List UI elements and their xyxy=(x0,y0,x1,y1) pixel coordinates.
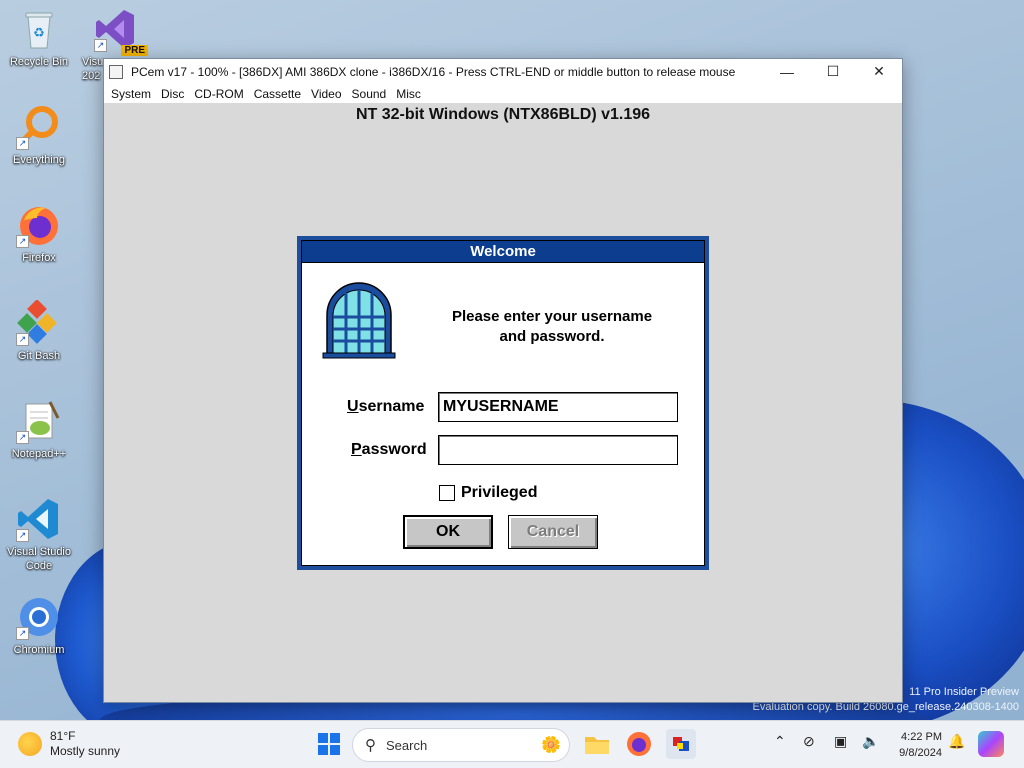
maximize-button[interactable]: ☐ xyxy=(810,59,856,84)
clock[interactable]: 4:22 PM 9/8/2024 xyxy=(888,729,942,761)
shortcut-arrow-icon: ↗ xyxy=(16,529,29,542)
pcem-taskbar-icon[interactable] xyxy=(666,729,696,759)
notepad-plus-plus-icon: ↗ xyxy=(16,398,62,444)
menu-misc[interactable]: Misc xyxy=(391,87,426,101)
menu-cassette[interactable]: Cassette xyxy=(249,87,306,101)
desktop-icon-label: Everything xyxy=(13,154,65,166)
shortcut-arrow-icon: ↗ xyxy=(16,333,29,346)
vscode-icon: ↗ xyxy=(16,496,62,542)
device-icon[interactable]: ▣ xyxy=(834,733,847,750)
desktop-icon-label: Notepad++ xyxy=(11,448,67,460)
menu-disc[interactable]: Disc xyxy=(156,87,189,101)
username-label-accel: U xyxy=(347,398,359,415)
username-field[interactable]: MYUSERNAME xyxy=(438,392,678,422)
pcem-window: PCem v17 - 100% - [386DX] AMI 386DX clon… xyxy=(103,58,903,703)
chromium-icon: ↗ xyxy=(16,594,62,640)
weather-desc: Mostly sunny xyxy=(50,744,121,758)
visual-studio-icon: PRE ↗ xyxy=(94,6,148,56)
login-prompt-line-1: Please enter your username xyxy=(451,308,653,325)
shortcut-arrow-icon: ↗ xyxy=(94,39,107,52)
firefox-taskbar-icon[interactable] xyxy=(624,729,654,759)
desktop-icon-everything[interactable]: ↗ Everything xyxy=(0,104,78,167)
watermark-line-1: 11 Pro Insider Preview xyxy=(909,686,1019,698)
desktop-icon-recycle-bin[interactable]: ♻ Recycle Bin xyxy=(0,6,78,69)
copilot-icon[interactable] xyxy=(978,731,1004,757)
everything-search-icon: ↗ xyxy=(16,104,62,150)
volume-icon[interactable]: 🔈 xyxy=(862,733,879,750)
username-label: Username xyxy=(347,398,424,416)
username-label-rest: sername xyxy=(358,398,425,415)
git-bash-icon: ↗ xyxy=(16,299,62,346)
network-icon[interactable]: ⊘ xyxy=(803,733,815,750)
menu-video[interactable]: Video xyxy=(306,87,346,101)
window-logo-icon xyxy=(321,279,397,359)
clock-time: 4:22 PM xyxy=(901,731,942,743)
show-hidden-icons-chevron-icon[interactable]: ⌃ xyxy=(774,733,786,750)
close-button[interactable]: ✕ xyxy=(856,59,902,84)
desktop-icon-firefox[interactable]: ↗ Firefox xyxy=(0,202,78,265)
pcem-app-icon xyxy=(109,64,123,79)
privileged-label[interactable]: Privileged xyxy=(461,484,537,502)
desktop-icon-label: Visual Studio Code xyxy=(6,546,71,572)
weather-widget[interactable]: 81°F Mostly sunny xyxy=(18,729,120,759)
nt-build-banner: NT 32-bit Windows (NTX86BLD) v1.196 xyxy=(355,106,651,123)
welcome-dialog: Welcome Please enter your username and p… xyxy=(297,236,709,570)
taskbar-search[interactable]: ⚲ Search 🌼 xyxy=(352,728,570,762)
password-field[interactable] xyxy=(438,435,678,465)
pre-badge: PRE xyxy=(121,45,148,56)
shortcut-arrow-icon: ↗ xyxy=(16,137,29,150)
notification-bell-icon[interactable]: 🔔 xyxy=(948,733,965,750)
file-explorer-icon[interactable] xyxy=(582,729,612,759)
desktop-icon-label: Visu 202 xyxy=(82,56,104,82)
desktop-icon-chromium[interactable]: ↗ Chromium xyxy=(0,594,78,657)
menu-system[interactable]: System xyxy=(106,87,156,101)
taskbar: 81°F Mostly sunny ⚲ Search 🌼 ⌃ ⊘ ▣ 🔈 4:2… xyxy=(0,720,1024,768)
weather-sun-icon xyxy=(18,732,42,756)
desktop-icon-notepad-plus-plus[interactable]: ↗ Notepad++ xyxy=(0,398,78,461)
ok-button[interactable]: OK xyxy=(403,515,493,549)
login-prompt: Please enter your username and password. xyxy=(402,307,702,347)
desktop-icon-vscode[interactable]: ↗ Visual Studio Code xyxy=(0,496,78,573)
password-label-rest: assword xyxy=(361,441,427,458)
search-label: Search xyxy=(386,737,428,753)
shortcut-arrow-icon: ↗ xyxy=(16,431,29,444)
minimize-button[interactable]: — xyxy=(764,59,810,84)
firefox-icon: ↗ xyxy=(16,202,62,248)
emulated-screen[interactable]: NT 32-bit Windows (NTX86BLD) v1.196 Welc… xyxy=(104,103,902,702)
desktop-icon-label: Git Bash xyxy=(17,350,61,362)
privileged-checkbox[interactable] xyxy=(439,485,455,501)
weather-temp: 81°F xyxy=(50,729,76,743)
recycle-bin-icon: ♻ xyxy=(16,6,62,52)
svg-text:♻: ♻ xyxy=(33,25,45,40)
clock-date: 9/8/2024 xyxy=(899,747,942,759)
password-label-accel: P xyxy=(351,441,362,458)
desktop-icon-label: Recycle Bin xyxy=(9,56,69,68)
shortcut-arrow-icon: ↗ xyxy=(16,235,29,248)
password-label: Password xyxy=(351,441,427,459)
shortcut-arrow-icon: ↗ xyxy=(16,627,29,640)
login-prompt-line-2: and password. xyxy=(499,328,605,345)
menu-sound[interactable]: Sound xyxy=(347,87,392,101)
pcem-titlebar[interactable]: PCem v17 - 100% - [386DX] AMI 386DX clon… xyxy=(104,59,902,84)
cancel-button[interactable]: Cancel xyxy=(508,515,598,549)
pcem-menubar: System Disc CD-ROM Cassette Video Sound … xyxy=(104,84,902,103)
desktop-icon-label: Chromium xyxy=(13,644,65,656)
pcem-title: PCem v17 - 100% - [386DX] AMI 386DX clon… xyxy=(131,64,736,79)
search-highlight-icon: 🌼 xyxy=(541,737,561,754)
desktop-icon-git-bash[interactable]: ↗ Git Bash xyxy=(0,299,78,363)
welcome-dialog-frame: Welcome Please enter your username and p… xyxy=(301,240,705,566)
welcome-dialog-title: Welcome xyxy=(302,241,704,263)
search-icon: ⚲ xyxy=(365,737,376,754)
desktop-icon-label: Firefox xyxy=(22,252,56,264)
menu-cd-rom[interactable]: CD-ROM xyxy=(189,87,248,101)
start-button[interactable] xyxy=(314,729,344,759)
